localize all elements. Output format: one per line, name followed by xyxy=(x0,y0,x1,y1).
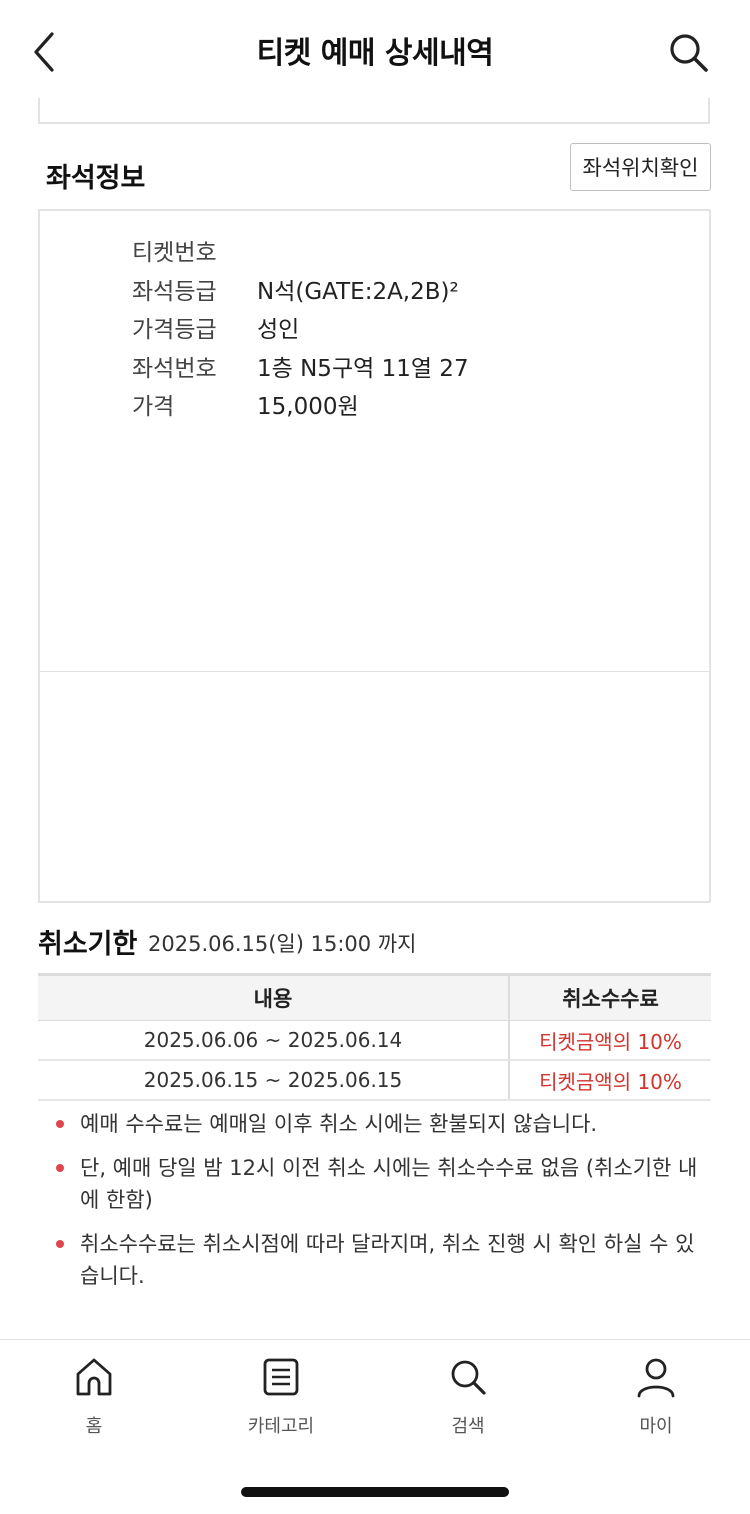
tab-label: 마이 xyxy=(639,1416,673,1437)
user-icon xyxy=(637,1358,675,1398)
bullet-icon xyxy=(56,1240,64,1248)
cancel-notes: 예매 수수료는 예매일 이후 취소 시에는 환불되지 않습니다. 단, 예매 당… xyxy=(54,1108,704,1304)
note-text: 예매 수수료는 예매일 이후 취소 시에는 환불되지 않습니다. xyxy=(80,1112,598,1136)
seat-info-title: 좌석정보 xyxy=(46,163,146,194)
search-button[interactable] xyxy=(664,28,714,78)
cancel-fee-table: 내용 취소수수료 2025.06.06 ~ 2025.06.14 티켓금액의 1… xyxy=(38,973,711,1101)
tab-label: 카테고리 xyxy=(247,1416,315,1437)
previous-section-box xyxy=(38,98,710,124)
tab-home[interactable]: 홈 xyxy=(24,1356,164,1446)
divider xyxy=(40,671,709,672)
note-text: 취소수수료는 취소시점에 따라 달라지며, 취소 진행 시 확인 하실 수 있습… xyxy=(80,1232,695,1288)
bullet-icon xyxy=(56,1164,64,1172)
info-value: 1층 N5구역 11열 27 xyxy=(257,356,469,382)
search-icon xyxy=(451,1360,486,1395)
column-header-fee: 취소수수료 xyxy=(508,976,711,1020)
seat-info-box: 티켓번호 좌석등급 N석(GATE:2A,2B)² 가격등급 성인 좌석번호 1… xyxy=(38,209,711,903)
note-item: 예매 수수료는 예매일 이후 취소 시에는 환불되지 않습니다. xyxy=(54,1108,704,1140)
tab-label: 검색 xyxy=(451,1416,485,1437)
cancel-deadline-title: 취소기한 xyxy=(38,929,138,960)
home-indicator[interactable] xyxy=(241,1487,509,1497)
note-item: 취소수수료는 취소시점에 따라 달라지며, 취소 진행 시 확인 하실 수 있습… xyxy=(54,1228,704,1292)
column-header-content: 내용 xyxy=(253,987,293,1011)
period-cell: 2025.06.06 ~ 2025.06.14 xyxy=(143,1028,403,1052)
page-title: 티켓 예매 상세내역 xyxy=(256,36,494,71)
table-row: 2025.06.06 ~ 2025.06.14 티켓금액의 10% xyxy=(38,1021,711,1061)
info-value: N석(GATE:2A,2B)² xyxy=(257,279,459,305)
note-text: 단, 예매 당일 밤 12시 이전 취소 시에는 취소수수료 없음 (취소기한 … xyxy=(80,1156,698,1212)
tab-my[interactable]: 마이 xyxy=(586,1356,726,1446)
info-label: 가격등급 xyxy=(132,317,217,343)
table-row: 2025.06.15 ~ 2025.06.15 티켓금액의 10% xyxy=(38,1061,711,1101)
info-label: 좌석번호 xyxy=(132,356,217,382)
table-header: 내용 취소수수료 xyxy=(38,976,711,1021)
info-value: 성인 xyxy=(257,317,300,343)
info-label: 좌석등급 xyxy=(132,279,217,305)
tab-label: 홈 xyxy=(85,1416,103,1437)
home-icon xyxy=(76,1358,112,1396)
tab-category[interactable]: 카테고리 xyxy=(211,1356,351,1446)
fee-cell: 티켓금액의 10% xyxy=(508,1061,711,1099)
fee-cell: 티켓금액의 10% xyxy=(508,1021,711,1059)
info-label: 가격 xyxy=(132,394,175,420)
period-cell: 2025.06.15 ~ 2025.06.15 xyxy=(143,1068,403,1092)
note-item: 단, 예매 당일 밤 12시 이전 취소 시에는 취소수수료 없음 (취소기한 … xyxy=(54,1152,704,1216)
tab-search[interactable]: 검색 xyxy=(398,1356,538,1446)
list-icon xyxy=(263,1358,299,1396)
cancel-deadline-date: 2025.06.15(일) 15:00 까지 xyxy=(148,932,417,956)
bullet-icon xyxy=(56,1120,64,1128)
search-icon xyxy=(670,34,708,72)
info-value: 15,000원 xyxy=(257,394,359,420)
top-header: 티켓 예매 상세내역 xyxy=(0,0,750,100)
info-label: 티켓번호 xyxy=(132,240,217,266)
seat-location-button[interactable]: 좌석위치확인 xyxy=(570,143,711,191)
